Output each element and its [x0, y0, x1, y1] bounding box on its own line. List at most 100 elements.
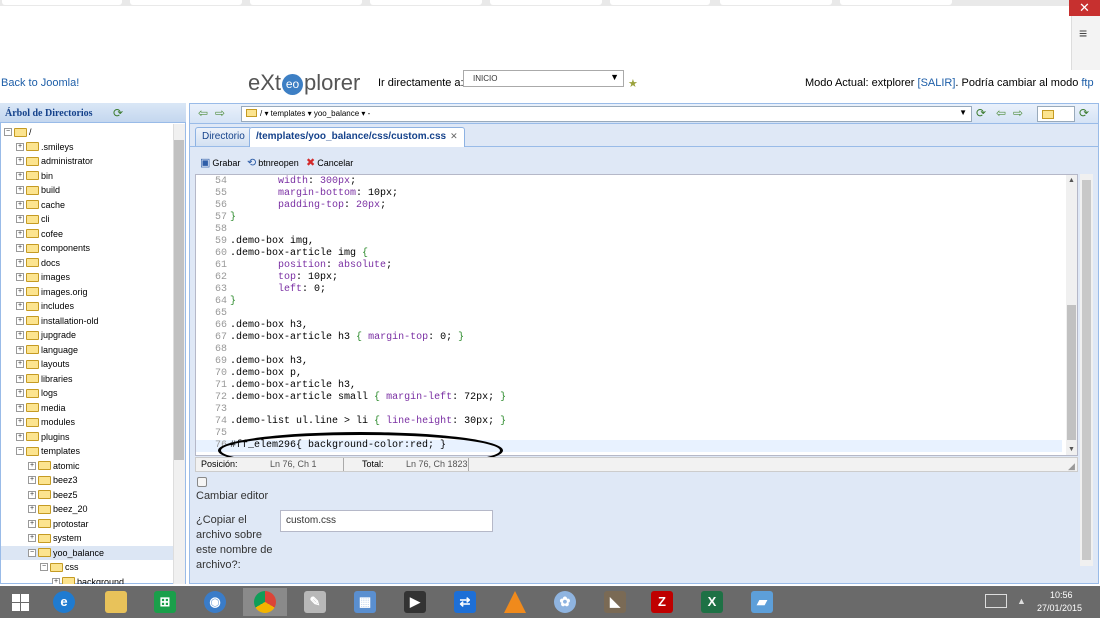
code-line[interactable]: 74 .demo-list ul.line > li { line-height:…	[196, 416, 506, 428]
path-breadcrumb-select[interactable]: / ▾ templates ▾ yoo_balance ▾ - ▼	[241, 106, 972, 122]
goto-select[interactable]: INICIO ▼	[463, 70, 624, 87]
code-line[interactable]: 62 top: 10px;	[196, 272, 338, 284]
taskbar-vlc[interactable]	[493, 588, 537, 616]
taskbar-teamviewer[interactable]: ⇄	[443, 588, 487, 616]
expand-icon[interactable]: +	[28, 534, 36, 542]
browser-tab[interactable]	[2, 0, 122, 5]
tab-directory[interactable]: Directorio	[195, 127, 252, 146]
code-line[interactable]: 71 .demo-box-article h3,	[196, 380, 356, 392]
tree-scroll-thumb[interactable]	[174, 140, 184, 460]
code-line[interactable]: 64}	[196, 296, 236, 308]
expand-icon[interactable]: +	[16, 229, 24, 238]
refresh-icon[interactable]: ⟳	[976, 106, 986, 120]
code-scroll-thumb[interactable]	[1067, 305, 1076, 440]
tree-item[interactable]: − css	[1, 560, 173, 574]
taskbar-app[interactable]: ✎	[293, 588, 337, 616]
taskbar-chrome[interactable]	[243, 588, 287, 616]
tab-custom-css[interactable]: /templates/yoo_balance/css/custom.css ✕	[249, 127, 465, 147]
code-line[interactable]: 75	[196, 428, 230, 440]
expand-icon[interactable]: +	[16, 186, 24, 194]
code-line[interactable]: 55 margin-bottom: 10px;	[196, 188, 398, 200]
code-line[interactable]: 73	[196, 404, 230, 416]
tree-item[interactable]: + includes	[1, 299, 173, 313]
expand-icon[interactable]: +	[16, 244, 24, 252]
expand-icon[interactable]: +	[28, 476, 36, 484]
window-close-button[interactable]: ✕	[1069, 0, 1100, 16]
code-line[interactable]: 58	[196, 224, 230, 236]
expand-icon[interactable]: +	[28, 519, 36, 528]
tree-item[interactable]: + language	[1, 343, 173, 357]
refresh-icon[interactable]: ⟳	[1079, 106, 1089, 120]
tree-item[interactable]: + beez3	[1, 473, 173, 487]
taskbar-paint[interactable]: ✿	[543, 588, 587, 616]
tree-item[interactable]: + plugins	[1, 430, 173, 444]
tree-item[interactable]: − templates	[1, 444, 173, 458]
tree-item[interactable]: + beez_20	[1, 502, 173, 516]
expand-icon[interactable]: +	[16, 418, 24, 426]
change-editor-checkbox[interactable]	[197, 477, 207, 487]
tree-item[interactable]: + logs	[1, 386, 173, 400]
expand-icon[interactable]: +	[16, 345, 24, 354]
expand-icon[interactable]: +	[16, 360, 24, 368]
collapse-icon[interactable]: −	[16, 447, 24, 455]
expand-icon[interactable]: +	[16, 389, 24, 397]
page-scroll-thumb[interactable]	[1082, 180, 1091, 560]
scroll-up-arrow-icon[interactable]: ▲	[1068, 177, 1075, 184]
tree-item[interactable]: + layouts	[1, 357, 173, 371]
tree-item[interactable]: − yoo_balance	[1, 545, 173, 560]
tree-item[interactable]: + system	[1, 531, 173, 545]
tree-item[interactable]: + .smileys	[1, 140, 173, 154]
tree-item[interactable]: + cache	[1, 198, 173, 212]
tree-item[interactable]: + build	[1, 183, 173, 197]
browser-tab[interactable]	[130, 0, 242, 5]
code-line[interactable]: 54 width: 300px;	[196, 176, 356, 188]
browser-tab[interactable]	[370, 0, 482, 5]
collapse-icon[interactable]: −	[28, 548, 36, 557]
taskbar-gimp[interactable]: ◣	[593, 588, 637, 616]
expand-icon[interactable]: +	[16, 287, 24, 296]
tree-item[interactable]: + atomic	[1, 459, 173, 473]
keyboard-icon[interactable]	[985, 594, 1007, 608]
browser-tab[interactable]	[250, 0, 362, 5]
expand-icon[interactable]: +	[16, 302, 24, 310]
back-arrow-icon[interactable]: ⇦	[198, 106, 208, 120]
expand-icon[interactable]: +	[16, 403, 24, 412]
back-to-joomla-link[interactable]: Back to Joomla!	[1, 77, 79, 89]
tree-item[interactable]: + beez5	[1, 488, 173, 502]
code-line[interactable]: 57}	[196, 212, 236, 224]
tree-item[interactable]: + administrator	[1, 154, 173, 168]
tree-item[interactable]: + images.orig	[1, 285, 173, 299]
tree-item[interactable]: + docs	[1, 256, 173, 270]
cancel-button[interactable]: ✖ Cancelar	[306, 156, 353, 169]
collapse-icon[interactable]: −	[40, 563, 48, 571]
tree-item[interactable]: + background	[1, 575, 173, 584]
expand-icon[interactable]: +	[16, 142, 24, 151]
browser-tab[interactable]	[490, 0, 602, 5]
hamburger-menu-icon[interactable]: ≡	[1079, 25, 1093, 41]
reopen-button[interactable]: ⟲ btnreopen	[247, 156, 299, 169]
tree-item[interactable]: + installation-old	[1, 314, 173, 328]
resize-grip-icon[interactable]: ◢	[1068, 461, 1075, 472]
bookmark-star-icon[interactable]: ★	[628, 77, 640, 90]
tree-item[interactable]: + images	[1, 270, 173, 284]
save-button[interactable]: ▣ Grabar	[200, 156, 240, 169]
expand-icon[interactable]: +	[16, 316, 24, 325]
code-line[interactable]: 72 .demo-box-article small { margin-left:…	[196, 392, 506, 404]
tree-item[interactable]: + bin	[1, 169, 173, 183]
expand-icon[interactable]: +	[28, 490, 36, 499]
browser-tab[interactable]	[720, 0, 832, 5]
tree-item[interactable]: + components	[1, 241, 173, 255]
expand-icon[interactable]: +	[16, 374, 24, 383]
tree-item[interactable]: + protostar	[1, 517, 173, 531]
expand-icon[interactable]: +	[16, 157, 24, 165]
back-arrow-icon[interactable]: ⇦	[996, 106, 1006, 120]
tree-item[interactable]: − /	[1, 125, 173, 139]
logout-link[interactable]: [SALIR]	[918, 77, 956, 89]
clock-date[interactable]: 27/01/2015	[1037, 603, 1082, 613]
taskbar-explorer[interactable]	[94, 588, 138, 616]
tree-item[interactable]: + libraries	[1, 372, 173, 386]
expand-icon[interactable]: +	[16, 432, 24, 441]
browser-tab[interactable]	[840, 0, 952, 5]
taskbar-app[interactable]: ◉	[193, 588, 237, 616]
code-line[interactable]: 56 padding-top: 20px;	[196, 200, 386, 212]
